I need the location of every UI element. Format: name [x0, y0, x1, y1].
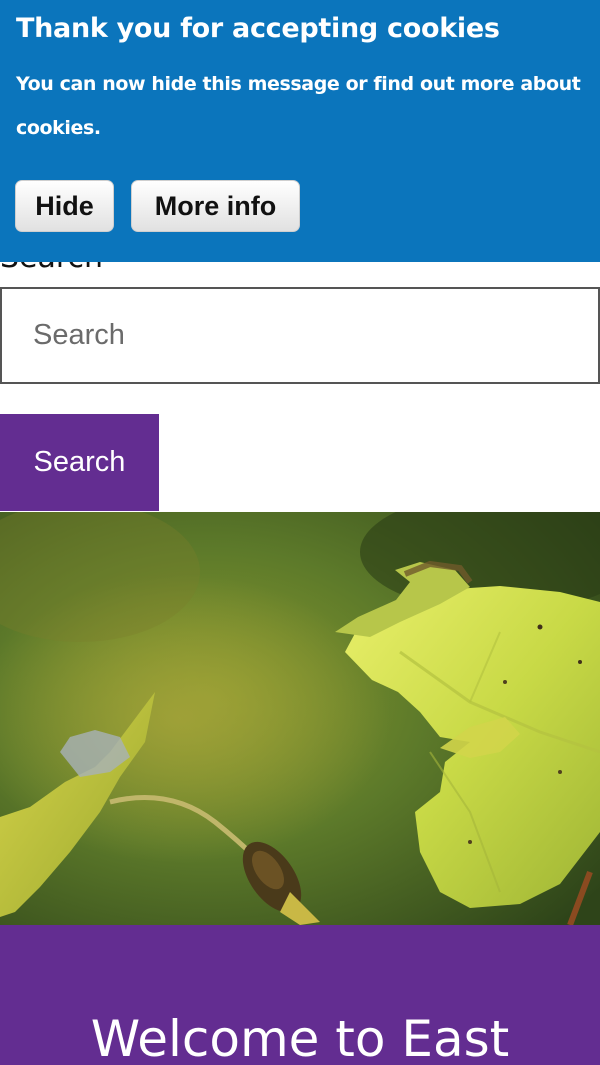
search-button[interactable]: Search: [0, 414, 159, 511]
leaf-photo: [0, 512, 600, 925]
search-input[interactable]: [0, 287, 600, 384]
cookie-banner: Thank you for accepting cookies You can …: [0, 0, 600, 262]
welcome-title: Welcome to East: [90, 1010, 510, 1065]
cookie-banner-message: You can now hide this message or find ou…: [16, 73, 581, 139]
cookie-more-info-button[interactable]: More info: [131, 180, 300, 232]
cookie-banner-title: Thank you for accepting cookies: [16, 13, 500, 44]
hero-image: [0, 512, 600, 925]
hide-cookie-banner-button[interactable]: Hide: [15, 180, 114, 232]
page: Search Search Welcome to East Thank you …: [0, 0, 600, 1065]
welcome-section: Welcome to East: [0, 925, 600, 1065]
